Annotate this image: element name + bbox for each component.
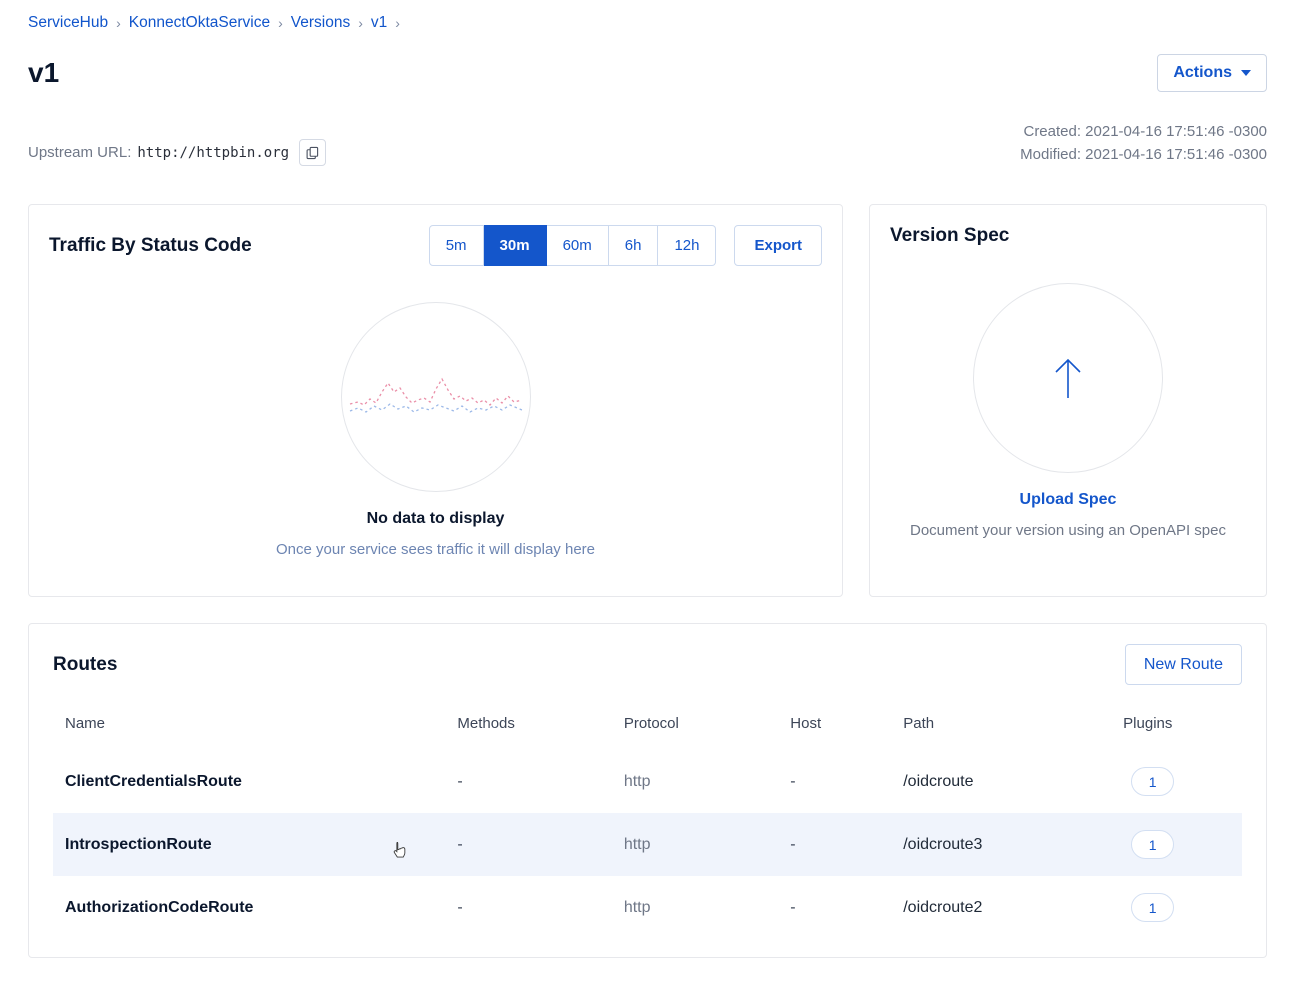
- table-row-clientcredentialsroute[interactable]: ClientCredentialsRoute - http - /oidcrou…: [53, 750, 1242, 813]
- version-spec-subtitle: Document your version using an OpenAPI s…: [890, 522, 1246, 539]
- routes-card-title: Routes: [53, 654, 117, 676]
- page: ServiceHub › KonnectOktaService › Versio…: [0, 0, 1289, 984]
- copy-icon: [306, 146, 319, 160]
- version-spec-title: Version Spec: [890, 225, 1009, 246]
- timestamps: Created: 2021-04-16 17:51:46 -0300 Modif…: [1020, 120, 1267, 166]
- upstream-url-label: Upstream URL:: [28, 144, 131, 161]
- column-header-name: Name: [53, 697, 445, 750]
- route-plugins-cell: 1: [1111, 750, 1242, 813]
- export-button[interactable]: Export: [734, 225, 822, 266]
- new-route-button[interactable]: New Route: [1125, 644, 1242, 685]
- meta-row: Upstream URL: http://httpbin.org Created…: [28, 120, 1267, 166]
- traffic-empty-title: No data to display: [49, 510, 822, 528]
- routes-card: Routes New Route Name Methods Protocol H…: [28, 623, 1267, 958]
- traffic-card-title: Traffic By Status Code: [49, 235, 252, 257]
- route-protocol: http: [612, 813, 778, 876]
- route-protocol: http: [612, 750, 778, 813]
- column-header-host: Host: [778, 697, 891, 750]
- version-spec-card: Version Spec Upload Spec Document your v…: [869, 204, 1267, 597]
- plugins-count-badge[interactable]: 1: [1131, 830, 1174, 859]
- routes-card-header: Routes New Route: [53, 644, 1242, 685]
- plugins-count-badge[interactable]: 1: [1131, 767, 1174, 796]
- plugins-count-badge[interactable]: 1: [1131, 893, 1174, 922]
- column-header-methods: Methods: [445, 697, 611, 750]
- traffic-empty-subtitle: Once your service sees traffic it will d…: [49, 541, 822, 558]
- route-path: /oidcroute: [891, 750, 1111, 813]
- time-range-selector: 5m 30m 60m 6h 12h: [429, 225, 717, 266]
- route-path: /oidcroute2: [891, 876, 1111, 939]
- upload-spec-link[interactable]: Upload Spec: [890, 491, 1246, 509]
- traffic-card: Traffic By Status Code 5m 30m 60m 6h 12h…: [28, 204, 843, 597]
- actions-button[interactable]: Actions: [1157, 54, 1267, 92]
- column-header-path: Path: [891, 697, 1111, 750]
- time-range-6h[interactable]: 6h: [609, 225, 659, 266]
- version-spec-empty-state: Upload Spec Document your version using …: [890, 283, 1246, 539]
- traffic-empty-state: No data to display Once your service see…: [49, 302, 822, 558]
- route-host: -: [778, 876, 891, 939]
- column-header-plugins: Plugins: [1111, 697, 1242, 750]
- route-plugins-cell: 1: [1111, 813, 1242, 876]
- breadcrumb-version-v1[interactable]: v1: [371, 14, 387, 32]
- table-row-authorizationcoderoute[interactable]: AuthorizationCodeRoute - http - /oidcrou…: [53, 876, 1242, 939]
- route-protocol: http: [612, 876, 778, 939]
- route-methods: -: [445, 750, 611, 813]
- table-row-introspectionroute[interactable]: IntrospectionRoute - http - /oidcroute3 …: [53, 813, 1242, 876]
- upstream-url-value: http://httpbin.org: [137, 145, 289, 161]
- route-methods: -: [445, 876, 611, 939]
- created-timestamp: Created: 2021-04-16 17:51:46 -0300: [1020, 120, 1267, 143]
- cards-row: Traffic By Status Code 5m 30m 60m 6h 12h…: [28, 204, 1267, 597]
- route-host: -: [778, 750, 891, 813]
- route-name[interactable]: IntrospectionRoute: [53, 813, 445, 876]
- route-name[interactable]: AuthorizationCodeRoute: [53, 876, 445, 939]
- chevron-down-icon: [1241, 70, 1251, 76]
- page-title: v1: [28, 57, 59, 89]
- breadcrumb-separator: ›: [116, 15, 121, 31]
- breadcrumb-separator: ›: [395, 15, 400, 31]
- sparkline-placeholder-icon: [348, 362, 524, 432]
- breadcrumb-separator: ›: [278, 15, 283, 31]
- routes-table-header-row: Name Methods Protocol Host Path Plugins: [53, 697, 1242, 750]
- column-header-protocol: Protocol: [612, 697, 778, 750]
- traffic-empty-circle: [341, 302, 531, 492]
- page-header: v1 Actions: [28, 54, 1267, 92]
- upload-spec-circle[interactable]: [973, 283, 1163, 473]
- route-host: -: [778, 813, 891, 876]
- breadcrumb-servicehub[interactable]: ServiceHub: [28, 14, 108, 32]
- time-range-30m[interactable]: 30m: [484, 225, 547, 266]
- upstream-url: Upstream URL: http://httpbin.org: [28, 139, 326, 166]
- route-plugins-cell: 1: [1111, 876, 1242, 939]
- time-range-60m[interactable]: 60m: [547, 225, 609, 266]
- copy-button[interactable]: [299, 139, 326, 166]
- breadcrumb: ServiceHub › KonnectOktaService › Versio…: [28, 14, 1267, 32]
- routes-table: Name Methods Protocol Host Path Plugins …: [53, 697, 1242, 939]
- arrow-up-icon: [1046, 354, 1090, 402]
- modified-timestamp: Modified: 2021-04-16 17:51:46 -0300: [1020, 143, 1267, 166]
- time-range-5m[interactable]: 5m: [429, 225, 484, 266]
- breadcrumb-versions[interactable]: Versions: [291, 14, 350, 32]
- version-spec-header: Version Spec: [890, 225, 1246, 247]
- actions-button-label: Actions: [1173, 64, 1232, 82]
- route-name[interactable]: ClientCredentialsRoute: [53, 750, 445, 813]
- route-methods: -: [445, 813, 611, 876]
- route-path: /oidcroute3: [891, 813, 1111, 876]
- breadcrumb-service[interactable]: KonnectOktaService: [129, 14, 270, 32]
- time-range-12h[interactable]: 12h: [658, 225, 716, 266]
- breadcrumb-separator: ›: [358, 15, 363, 31]
- traffic-card-header: Traffic By Status Code 5m 30m 60m 6h 12h…: [49, 225, 822, 266]
